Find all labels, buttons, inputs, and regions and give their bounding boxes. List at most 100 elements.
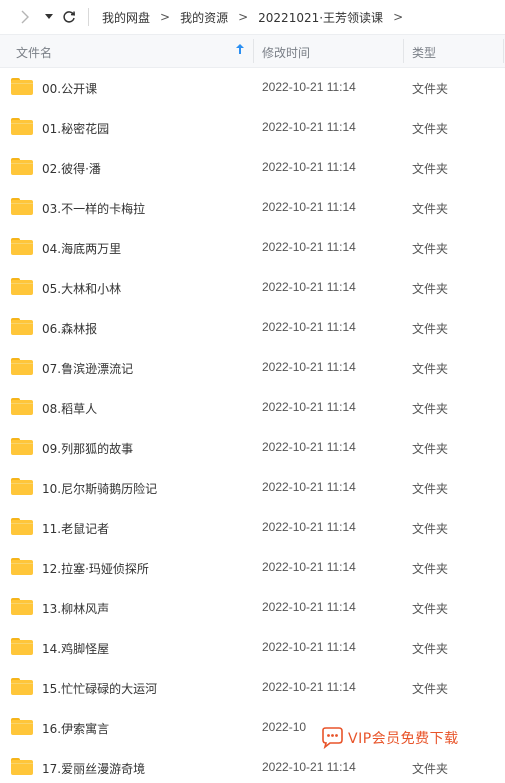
column-divider[interactable] bbox=[403, 39, 404, 63]
file-type: 文件夹 bbox=[412, 82, 449, 96]
file-name[interactable]: 15.忙忙碌碌的大运河 bbox=[42, 680, 157, 697]
modified-time: 2022-10-21 11:14 bbox=[262, 80, 356, 94]
table-row[interactable]: 07.鲁滨逊漂流记 2022-10-21 11:14 文件夹 bbox=[0, 348, 505, 388]
file-type: 文件夹 bbox=[412, 482, 449, 496]
column-divider[interactable] bbox=[503, 39, 504, 63]
folder-icon bbox=[11, 598, 33, 615]
file-name[interactable]: 04.海底两万里 bbox=[42, 240, 121, 257]
file-type: 文件夹 bbox=[412, 442, 449, 456]
chat-bubble-icon bbox=[318, 727, 344, 750]
file-name[interactable]: 16.伊索寓言 bbox=[42, 720, 109, 737]
table-row[interactable]: 06.森林报 2022-10-21 11:14 文件夹 bbox=[0, 308, 505, 348]
table-row[interactable]: 09.列那狐的故事 2022-10-21 11:14 文件夹 bbox=[0, 428, 505, 468]
sort-ascending-icon[interactable] bbox=[236, 44, 244, 57]
column-header-type[interactable]: 类型 bbox=[412, 44, 436, 61]
modified-time: 2022-10-21 11:14 bbox=[262, 360, 356, 374]
table-row[interactable]: 17.爱丽丝漫游奇境 2022-10-21 11:14 文件夹 bbox=[0, 748, 505, 783]
file-type: 文件夹 bbox=[412, 202, 449, 216]
folder-icon bbox=[11, 638, 33, 655]
column-header-time[interactable]: 修改时间 bbox=[262, 44, 310, 61]
folder-icon bbox=[11, 318, 33, 335]
folder-icon bbox=[11, 358, 33, 375]
folder-icon bbox=[11, 758, 33, 775]
file-name[interactable]: 13.柳林风声 bbox=[42, 600, 109, 617]
modified-time: 2022-10-21 11:14 bbox=[262, 120, 356, 134]
file-type: 文件夹 bbox=[412, 602, 449, 616]
folder-icon bbox=[11, 78, 33, 95]
chevron-right-icon[interactable] bbox=[14, 6, 36, 28]
table-row[interactable]: 02.彼得·潘 2022-10-21 11:14 文件夹 bbox=[0, 148, 505, 188]
file-name[interactable]: 06.森林报 bbox=[42, 320, 97, 337]
modified-time: 2022-10-21 11:14 bbox=[262, 200, 356, 214]
file-name[interactable]: 14.鸡脚怪屋 bbox=[42, 640, 109, 657]
file-type: 文件夹 bbox=[412, 562, 449, 576]
file-name[interactable]: 08.稻草人 bbox=[42, 400, 97, 417]
table-row[interactable]: 05.大林和小林 2022-10-21 11:14 文件夹 bbox=[0, 268, 505, 308]
file-type: 文件夹 bbox=[412, 162, 449, 176]
file-name[interactable]: 00.公开课 bbox=[42, 80, 97, 97]
file-type: 文件夹 bbox=[412, 642, 449, 656]
caret-down-icon[interactable] bbox=[38, 6, 60, 28]
table-row[interactable]: 08.稻草人 2022-10-21 11:14 文件夹 bbox=[0, 388, 505, 428]
folder-icon bbox=[11, 238, 33, 255]
breadcrumb-separator: > bbox=[393, 10, 404, 24]
file-type: 文件夹 bbox=[412, 322, 449, 336]
toolbar-divider bbox=[88, 8, 89, 26]
table-row[interactable]: 00.公开课 2022-10-21 11:14 文件夹 bbox=[0, 68, 505, 108]
modified-time: 2022-10-21 11:14 bbox=[262, 280, 356, 294]
modified-time: 2022-10-21 11:14 bbox=[262, 480, 356, 494]
table-row[interactable]: 01.秘密花园 2022-10-21 11:14 文件夹 bbox=[0, 108, 505, 148]
file-name[interactable]: 01.秘密花园 bbox=[42, 120, 109, 137]
breadcrumb: 我的网盘 > 我的资源 > 20221021·王芳领读课 > bbox=[100, 0, 411, 34]
file-type: 文件夹 bbox=[412, 122, 449, 136]
table-row[interactable]: 15.忙忙碌碌的大运河 2022-10-21 11:14 文件夹 bbox=[0, 668, 505, 708]
table-row[interactable]: 04.海底两万里 2022-10-21 11:14 文件夹 bbox=[0, 228, 505, 268]
file-name[interactable]: 03.不一样的卡梅拉 bbox=[42, 200, 145, 217]
folder-icon bbox=[11, 558, 33, 575]
modified-time: 2022-10 bbox=[262, 720, 307, 734]
breadcrumb-separator: > bbox=[238, 10, 249, 24]
file-type: 文件夹 bbox=[412, 362, 449, 376]
modified-time: 2022-10-21 11:14 bbox=[262, 760, 356, 774]
modified-time: 2022-10-21 11:14 bbox=[262, 240, 356, 254]
file-type: 文件夹 bbox=[412, 682, 449, 696]
folder-icon bbox=[11, 278, 33, 295]
modified-time: 2022-10-21 11:14 bbox=[262, 400, 356, 414]
table-row[interactable]: 13.柳林风声 2022-10-21 11:14 文件夹 bbox=[0, 588, 505, 628]
file-name[interactable]: 05.大林和小林 bbox=[42, 280, 121, 297]
column-divider[interactable] bbox=[253, 39, 254, 63]
file-list: 00.公开课 2022-10-21 11:14 文件夹 01.秘密花园 2022-10-… bbox=[0, 68, 505, 783]
file-type: 文件夹 bbox=[412, 282, 449, 296]
breadcrumb-item[interactable]: 20221021·王芳领读课 bbox=[256, 9, 385, 26]
file-name[interactable]: 09.列那狐的故事 bbox=[42, 440, 133, 457]
vip-download-text: VIP会员免费下载 bbox=[348, 731, 459, 747]
table-header: 文件名 修改时间 类型 bbox=[0, 34, 505, 68]
folder-icon bbox=[11, 438, 33, 455]
table-row[interactable]: 14.鸡脚怪屋 2022-10-21 11:14 文件夹 bbox=[0, 628, 505, 668]
modified-time: 2022-10-21 11:14 bbox=[262, 160, 356, 174]
table-row[interactable]: 10.尼尔斯骑鹅历险记 2022-10-21 11:14 文件夹 bbox=[0, 468, 505, 508]
column-header-name[interactable]: 文件名 bbox=[16, 44, 52, 61]
modified-time: 2022-10-21 11:14 bbox=[262, 520, 356, 534]
folder-icon bbox=[11, 518, 33, 535]
file-name[interactable]: 07.鲁滨逊漂流记 bbox=[42, 360, 133, 377]
modified-time: 2022-10-21 11:14 bbox=[262, 440, 356, 454]
file-name[interactable]: 10.尼尔斯骑鹅历险记 bbox=[42, 480, 157, 497]
modified-time: 2022-10-21 11:14 bbox=[262, 560, 356, 574]
file-name[interactable]: 12.拉塞·玛娅侦探所 bbox=[42, 560, 149, 577]
breadcrumb-item[interactable]: 我的网盘 bbox=[100, 9, 152, 26]
table-row[interactable]: 12.拉塞·玛娅侦探所 2022-10-21 11:14 文件夹 bbox=[0, 548, 505, 588]
breadcrumb-item[interactable]: 我的资源 bbox=[178, 9, 230, 26]
table-row[interactable]: 03.不一样的卡梅拉 2022-10-21 11:14 文件夹 bbox=[0, 188, 505, 228]
file-type: 文件夹 bbox=[412, 242, 449, 256]
file-name[interactable]: 11.老鼠记者 bbox=[42, 520, 109, 537]
breadcrumb-separator: > bbox=[160, 10, 171, 24]
vip-download-badge[interactable]: VIP会员免费下载 bbox=[318, 725, 465, 751]
table-row[interactable]: 11.老鼠记者 2022-10-21 11:14 文件夹 bbox=[0, 508, 505, 548]
file-name[interactable]: 02.彼得·潘 bbox=[42, 160, 101, 177]
file-type: 文件夹 bbox=[412, 402, 449, 416]
file-name[interactable]: 17.爱丽丝漫游奇境 bbox=[42, 760, 145, 777]
file-type: 文件夹 bbox=[412, 762, 449, 776]
refresh-icon[interactable] bbox=[58, 6, 80, 28]
folder-icon bbox=[11, 198, 33, 215]
